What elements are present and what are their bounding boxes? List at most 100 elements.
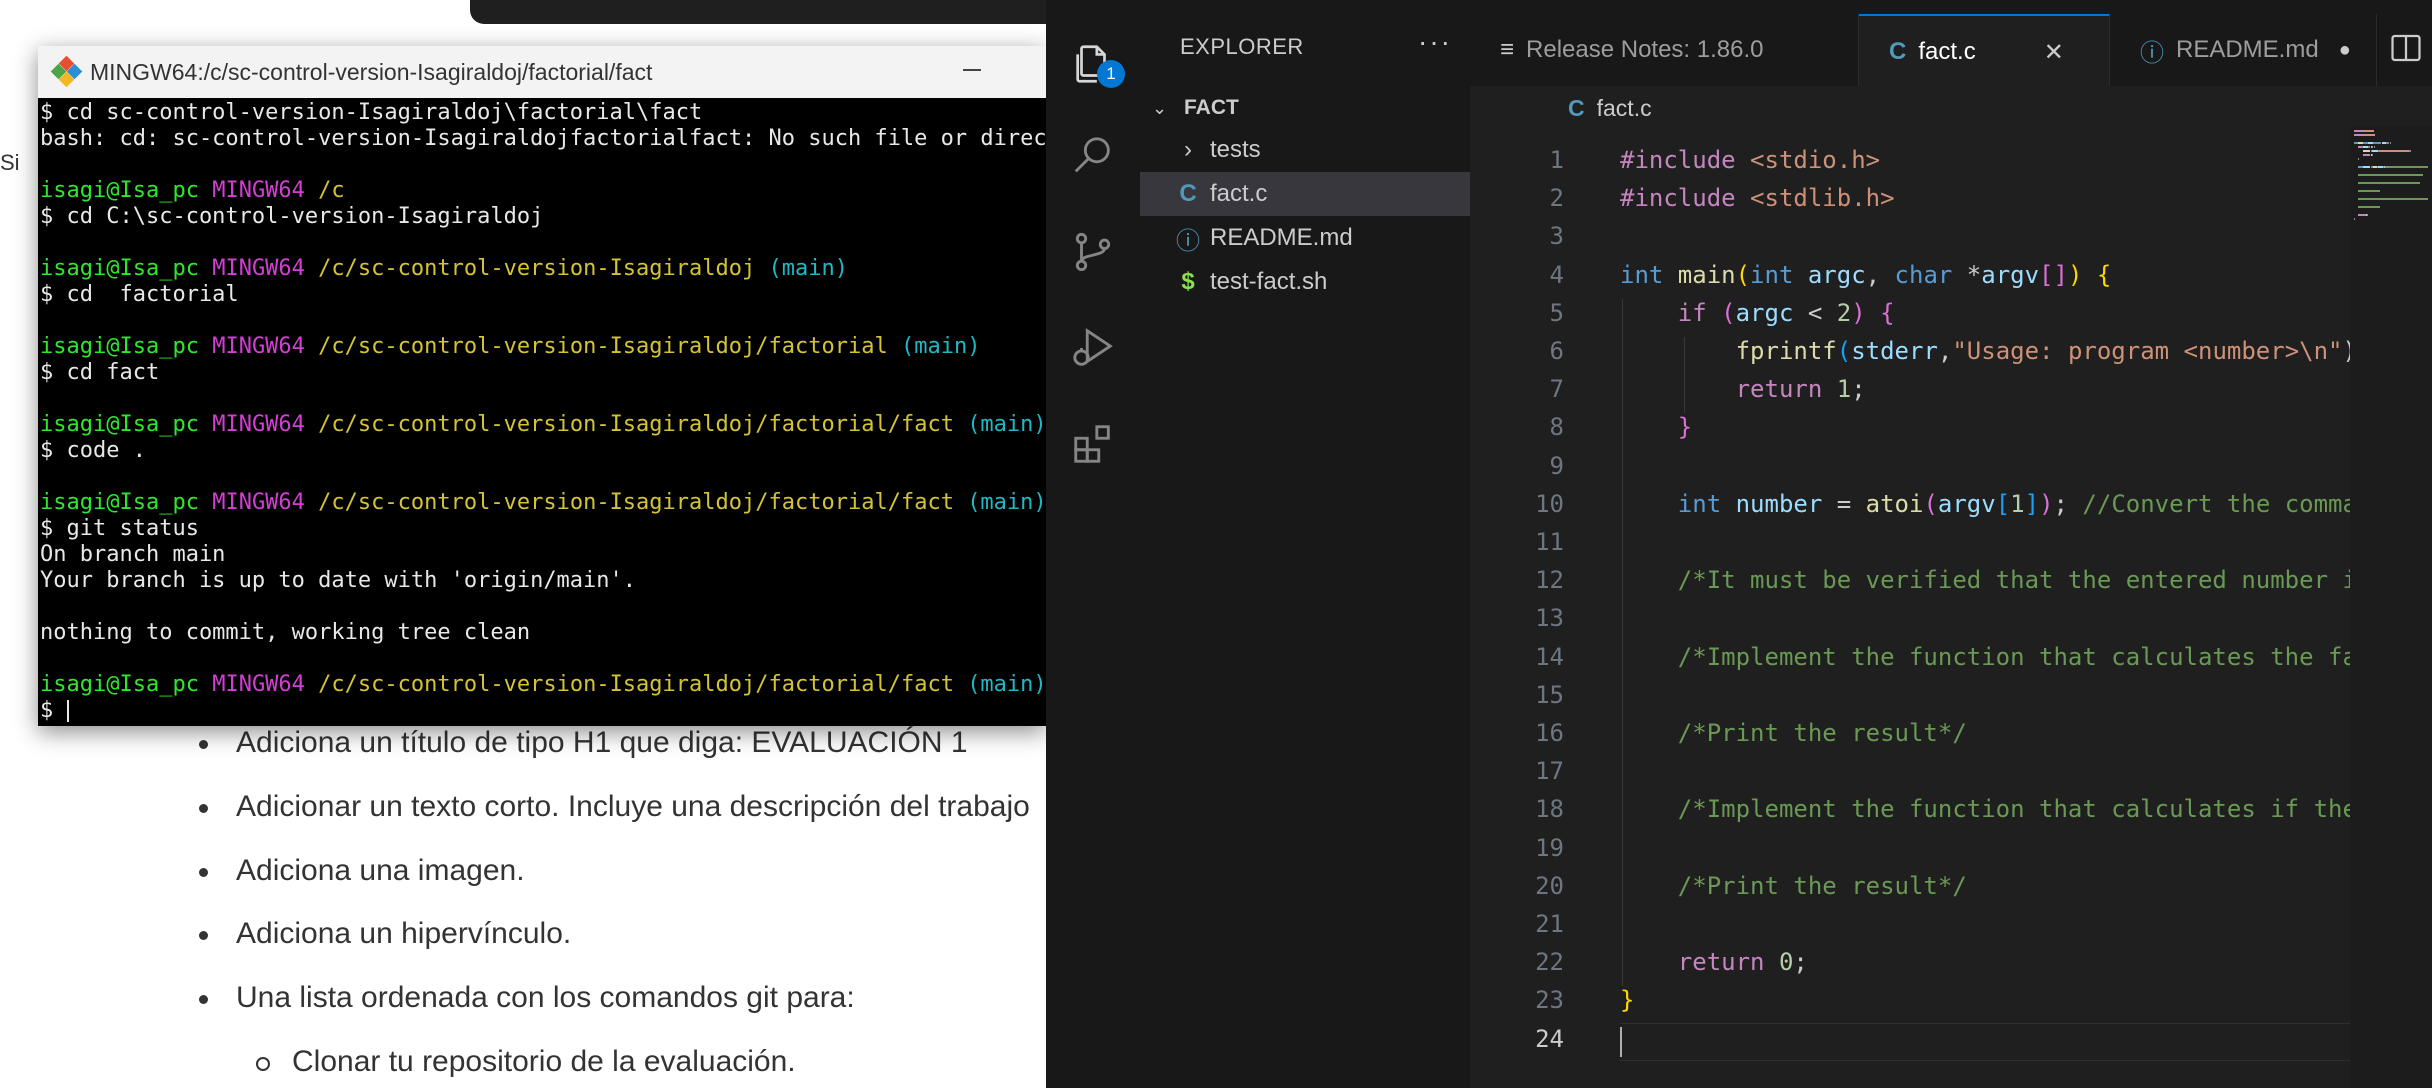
explorer-title: EXPLORER xyxy=(1180,34,1304,59)
line-number: 15 xyxy=(1535,680,1564,709)
minimap-token xyxy=(2354,130,2364,132)
prompt-host: MINGW64 xyxy=(212,412,305,437)
more-actions-icon[interactable]: ··· xyxy=(1418,26,1452,58)
explorer-files-icon[interactable] xyxy=(1046,20,1140,108)
line-number: 9 xyxy=(1549,451,1564,480)
tree-item-fact-c[interactable]: C fact.c xyxy=(1140,172,1470,216)
prompt-host: MINGW64 xyxy=(212,672,305,697)
terminal-line: $ xyxy=(40,698,1046,724)
minimap-token xyxy=(2371,154,2373,156)
terminal-line: isagi@Isa_pc MINGW64 /c/sc-control-versi… xyxy=(40,256,1046,282)
minimap[interactable] xyxy=(2350,126,2432,1088)
line-number: 5 xyxy=(1549,298,1564,327)
minimap-token xyxy=(2363,130,2374,132)
terminal-line: isagi@Isa_pc MINGW64 /c/sc-control-versi… xyxy=(40,490,1046,516)
line-number: 12 xyxy=(1535,566,1564,595)
code-line: int number = atoi(argv[1]); //Convert th… xyxy=(1677,489,2432,518)
search-icon[interactable] xyxy=(1046,112,1140,200)
terminal-output[interactable]: $ cd sc-control-version-Isagiraldoj\fact… xyxy=(38,98,1046,724)
terminal-cursor xyxy=(66,700,69,722)
code-line: return 0; xyxy=(1677,948,1808,977)
prompt-user: isagi@Isa_pc xyxy=(40,178,199,203)
line-number: 6 xyxy=(1549,337,1564,365)
folder-header[interactable]: ⌄ FACT xyxy=(1140,88,1470,128)
tab-label: fact.c xyxy=(1918,38,1976,65)
terminal-line: isagi@Isa_pc MINGW64 /c/sc-control-versi… xyxy=(40,334,1046,360)
tree-item-label: README.md xyxy=(1210,224,1353,251)
terminal-line: isagi@Isa_pc MINGW64 /c/sc-control-versi… xyxy=(40,412,1046,438)
line-number: 2 xyxy=(1549,184,1564,213)
list-item: Una lista ordenada con los comandos git … xyxy=(199,981,855,1015)
info-icon: ⓘ xyxy=(1176,227,1200,255)
extensions-icon[interactable] xyxy=(1046,400,1140,488)
prompt-path: /c/sc-control-version-Isagiraldoj/factor… xyxy=(318,672,954,697)
line-number: 13 xyxy=(1535,604,1564,633)
terminal-titlebar[interactable]: MINGW64:/c/sc-control-version-Isagiraldo… xyxy=(38,46,1046,98)
line-number: 20 xyxy=(1535,871,1564,900)
line-number: 17 xyxy=(1535,757,1564,786)
command-text: $ cd factorial xyxy=(40,282,239,307)
tree-item-readme[interactable]: ⓘ README.md xyxy=(1140,216,1470,260)
code-line: /*Print the result*/ xyxy=(1677,719,1967,747)
minimize-button[interactable] xyxy=(958,58,986,82)
unsaved-dot-icon: ● xyxy=(2338,38,2351,61)
minimap-token xyxy=(2354,134,2364,136)
breadcrumb[interactable]: C fact.c xyxy=(1470,86,2432,130)
code-line: int main(int argc, char *argv[]) { xyxy=(1620,260,2112,289)
minimap-token xyxy=(2388,142,2390,144)
terminal-line: bash: cd: sc-control-version-Isagiraldoj… xyxy=(40,126,1046,152)
code-line: /*Implement the function that calculates… xyxy=(1677,795,2432,824)
info-icon: ⓘ xyxy=(2140,39,2164,67)
prompt-branch: (main) xyxy=(967,412,1046,437)
prompt-branch: (main) xyxy=(967,672,1046,697)
terminal-line: $ code . xyxy=(40,438,1046,464)
code-line: if (argc < 2) { xyxy=(1677,298,1895,327)
tab-release-notes[interactable]: ≡ Release Notes: 1.86.0 xyxy=(1470,14,1859,86)
prompt-branch: (main) xyxy=(967,490,1046,515)
terminal-line: $ cd factorial xyxy=(40,282,1046,308)
terminal-line: $ cd C:\sc-control-version-Isagiraldoj xyxy=(40,204,1046,230)
prompt-branch: (main) xyxy=(768,256,848,281)
list-item: Adiciona un título de tipo H1 que diga: … xyxy=(199,726,968,760)
line-number: 8 xyxy=(1549,413,1564,442)
prompt-path: /c/sc-control-version-Isagiraldoj/factor… xyxy=(318,334,888,359)
git-bash-logo-icon xyxy=(50,55,83,88)
run-debug-icon[interactable] xyxy=(1046,304,1140,392)
terminal-window[interactable]: MINGW64:/c/sc-control-version-Isagiraldo… xyxy=(38,46,1046,726)
split-editor-icon[interactable] xyxy=(2388,30,2424,66)
c-file-icon: C xyxy=(1889,38,1907,65)
terminal-line: $ git status xyxy=(40,516,1046,542)
tree-item-tests[interactable]: › tests xyxy=(1140,128,1470,172)
tree-item-test-fact-sh[interactable]: $ test-fact.sh xyxy=(1140,260,1470,304)
source-control-icon[interactable] xyxy=(1046,208,1140,296)
minimap-token xyxy=(2358,190,2381,192)
chevron-down-icon: ⌄ xyxy=(1152,97,1168,118)
line-number: 1 xyxy=(1549,146,1564,174)
terminal-title: MINGW64:/c/sc-control-version-Isagiraldo… xyxy=(90,58,653,85)
code-editor[interactable]: 1 #include <stdio.h> 2 #include <stdlib.h> 3… xyxy=(1470,130,2432,1088)
prompt-path: /c/sc-control-version-Isagiraldoj/factor… xyxy=(318,412,954,437)
line-number: 19 xyxy=(1535,833,1564,862)
tab-readme[interactable]: ⓘ README.md ● xyxy=(2110,14,2377,86)
minimap-token xyxy=(2362,150,2371,152)
text-cursor xyxy=(1620,1026,1622,1057)
minimap-token xyxy=(2373,146,2375,148)
prompt-user: isagi@Isa_pc xyxy=(40,490,199,515)
minimap-token xyxy=(2358,214,2367,216)
tab-fact-c[interactable]: C fact.c ✕ xyxy=(1859,14,2110,88)
list-item: Adicionar un texto corto. Incluye una de… xyxy=(199,790,1030,824)
tab-label: Release Notes: 1.86.0 xyxy=(1526,36,1764,63)
source-changes-badge: 1 xyxy=(1097,60,1125,88)
output-text: Your branch is up to date with 'origin/m… xyxy=(40,568,637,593)
terminal-line: On branch main xyxy=(40,542,1046,568)
prompt-user: isagi@Isa_pc xyxy=(40,334,199,359)
minimap-token xyxy=(2389,166,2428,168)
editor-tab-bar: ≡ Release Notes: 1.86.0 C fact.c ✕ ⓘ REA… xyxy=(1470,0,2432,100)
background-window-edge xyxy=(470,0,1046,24)
close-icon[interactable]: ✕ xyxy=(2044,38,2064,67)
line-number: 14 xyxy=(1535,642,1564,671)
minimap-token xyxy=(2358,174,2424,176)
line-number: 21 xyxy=(1535,910,1564,938)
